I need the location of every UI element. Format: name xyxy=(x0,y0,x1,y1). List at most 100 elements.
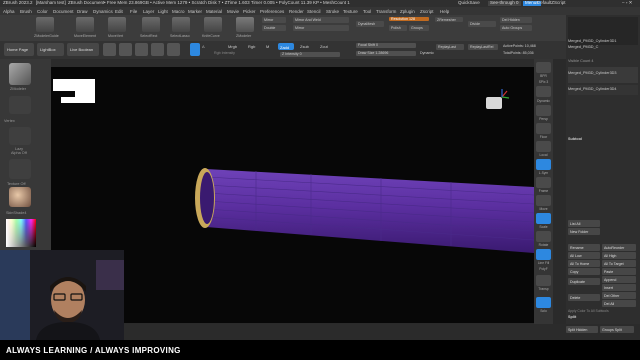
menu-movie[interactable]: Movie xyxy=(227,9,239,14)
draw-size-slider[interactable]: Draw Size 1.28696 xyxy=(356,51,416,56)
spix-label[interactable]: SPix 3 xyxy=(534,80,553,84)
menu-color[interactable]: Color xyxy=(37,9,48,14)
divide-button[interactable]: Divide xyxy=(468,21,496,27)
edit-icon[interactable] xyxy=(103,43,116,56)
navigation-cube-icon[interactable] xyxy=(486,89,510,109)
mirror-button[interactable]: Mirror xyxy=(262,17,286,23)
material-swatch[interactable] xyxy=(9,187,31,207)
all-low-button[interactable]: All Low xyxy=(568,252,600,259)
zsub-toggle[interactable]: Zsub xyxy=(300,45,309,49)
focal-shift-slider[interactable]: Focal Shift 0 xyxy=(356,43,416,48)
polyframe-button[interactable] xyxy=(536,249,551,260)
resolution-slider[interactable]: Resolution 128 xyxy=(389,17,429,21)
replay-last-button[interactable]: ReplayLast xyxy=(436,44,464,50)
menu-macro[interactable]: Macro xyxy=(172,9,185,14)
new-folder-button[interactable]: New Folder xyxy=(568,228,600,235)
scale-view-button[interactable] xyxy=(536,213,551,224)
dynamesh-button[interactable]: DynaMesh xyxy=(356,21,384,27)
del-other-button[interactable]: Del Other xyxy=(602,292,636,299)
lsym-button[interactable] xyxy=(536,159,551,170)
select-lasso-icon[interactable] xyxy=(172,17,190,32)
auto-reorder-button[interactable]: AutoReorder xyxy=(602,244,636,251)
zmodeler-guide-icon[interactable] xyxy=(36,17,54,32)
lazy-icon[interactable] xyxy=(9,127,31,145)
menu-document[interactable]: Document xyxy=(53,9,74,14)
draw-icon[interactable] xyxy=(119,43,132,56)
append-button[interactable]: Append xyxy=(602,276,636,283)
persp-button[interactable] xyxy=(536,105,551,116)
zcut-toggle[interactable]: Zcut xyxy=(320,45,328,49)
dynamic-persp-button[interactable] xyxy=(536,86,551,97)
delete-button[interactable]: Delete xyxy=(568,294,600,301)
copy-button[interactable]: Copy xyxy=(568,268,600,275)
move-icon[interactable] xyxy=(135,43,148,56)
zadd-toggle[interactable]: Zadd xyxy=(278,43,294,50)
visible-count[interactable]: Visible Count 4 xyxy=(568,59,593,65)
mirror-slot-button[interactable]: Mirror xyxy=(293,25,349,31)
del-all-button[interactable]: Del All xyxy=(602,300,636,307)
polish-button[interactable]: Polish xyxy=(389,25,407,31)
solo-button[interactable] xyxy=(536,297,551,308)
lightbox-button[interactable]: LightBox xyxy=(37,43,64,56)
split-header[interactable]: Split xyxy=(568,315,576,321)
menu-file[interactable]: File xyxy=(130,9,137,14)
frame-button[interactable] xyxy=(536,177,551,188)
transp-button[interactable] xyxy=(536,275,551,286)
menu-texture[interactable]: Texture xyxy=(343,9,358,14)
all-to-target-button[interactable]: All To Target xyxy=(602,260,636,267)
menu-stencil[interactable]: Stencil xyxy=(307,9,321,14)
replay-last-rel-button[interactable]: ReplayLastRel xyxy=(468,44,498,50)
menu-edit[interactable]: Edit xyxy=(115,9,123,14)
zmodeler-icon[interactable] xyxy=(236,17,254,32)
menu-render[interactable]: Render xyxy=(289,9,304,14)
menu-transform[interactable]: Transform xyxy=(376,9,396,14)
zremesher-button[interactable]: ZRemesher xyxy=(435,17,463,22)
menu-material[interactable]: Material xyxy=(206,9,222,14)
z-intensity-slider[interactable]: Z Intensity 0 xyxy=(280,52,340,57)
menu-alpha[interactable]: Alpha xyxy=(3,9,15,14)
groups-split-button[interactable]: Groups Split xyxy=(600,326,634,333)
subtool-header[interactable]: Subtool xyxy=(568,137,582,143)
live-boolean-button[interactable]: Live Boolean xyxy=(67,43,99,56)
rename-button[interactable]: Rename xyxy=(568,244,600,251)
move-element-icon[interactable] xyxy=(76,17,94,32)
see-through-slider[interactable]: See-through 0 xyxy=(488,0,521,6)
move-vert-icon[interactable] xyxy=(108,17,126,32)
stroke-icon[interactable] xyxy=(9,96,31,114)
menu-picker[interactable]: Picker xyxy=(243,9,256,14)
menu-zscript[interactable]: Zscript xyxy=(420,9,434,14)
del-hidden-button[interactable]: Del Hidden xyxy=(500,17,532,23)
rotate-icon[interactable] xyxy=(167,43,180,56)
rgb-toggle[interactable]: Rgb xyxy=(248,45,255,49)
mrgb-toggle[interactable]: Mrgb xyxy=(228,45,237,49)
dynamic-toggle[interactable]: Dynamic xyxy=(420,51,434,56)
local-button[interactable] xyxy=(536,141,551,152)
groups-button[interactable]: Groups xyxy=(409,25,429,31)
a-toggle-icon[interactable] xyxy=(190,43,200,56)
window-controls[interactable]: – ▫ ✕ xyxy=(622,0,632,6)
bpr-button[interactable] xyxy=(536,62,551,73)
all-to-home-button[interactable]: All To Home xyxy=(568,260,600,267)
menu-stroke[interactable]: Stroke xyxy=(326,9,339,14)
menu-help[interactable]: Help xyxy=(440,9,449,14)
insert-button[interactable]: Insert xyxy=(602,284,636,291)
all-high-button[interactable]: All High xyxy=(602,252,636,259)
select-rect-icon[interactable] xyxy=(142,17,160,32)
list-all-button[interactable]: List All xyxy=(568,220,600,227)
paste-button[interactable]: Paste xyxy=(602,268,636,275)
menu-zplugin[interactable]: Zplugin xyxy=(400,9,415,14)
menu-layer[interactable]: Layer xyxy=(143,9,154,14)
scale-icon[interactable] xyxy=(151,43,164,56)
m-toggle[interactable]: M xyxy=(266,45,269,49)
menu-dynamics[interactable]: Dynamics xyxy=(93,9,113,14)
subtool-name-short[interactable]: Merged_PM3D_C xyxy=(568,45,598,51)
double-button[interactable]: Double xyxy=(262,25,286,31)
move-view-button[interactable] xyxy=(536,195,551,206)
color-picker[interactable] xyxy=(6,219,36,247)
menu-tool[interactable]: Tool xyxy=(363,9,371,14)
alpha-slot[interactable] xyxy=(9,159,31,179)
floor-button[interactable] xyxy=(536,123,551,134)
menu-marker[interactable]: Marker xyxy=(188,9,202,14)
rgb-intensity-slider[interactable]: Rgb Intensity xyxy=(214,51,235,56)
rotate-view-button[interactable] xyxy=(536,231,551,242)
